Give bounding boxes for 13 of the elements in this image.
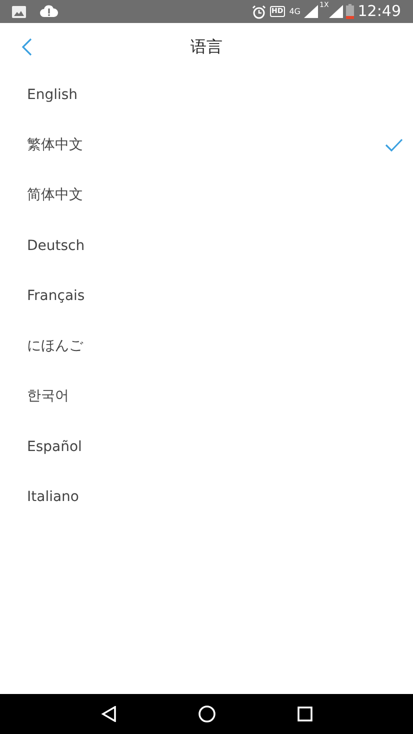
cloud-alert-icon bbox=[40, 5, 58, 18]
alarm-icon bbox=[252, 4, 266, 18]
signal-icon bbox=[304, 5, 318, 18]
page-title: 语言 bbox=[190, 36, 222, 58]
recents-square-icon[interactable] bbox=[296, 706, 312, 722]
home-circle-icon[interactable] bbox=[198, 705, 216, 723]
network-type: 4G bbox=[289, 8, 301, 16]
back-triangle-icon[interactable] bbox=[100, 706, 116, 722]
signal-icon bbox=[328, 5, 343, 18]
image-icon bbox=[12, 6, 26, 18]
back-icon bbox=[21, 38, 33, 56]
clock-time: 12:49 bbox=[358, 4, 401, 19]
battery-icon bbox=[346, 4, 354, 19]
